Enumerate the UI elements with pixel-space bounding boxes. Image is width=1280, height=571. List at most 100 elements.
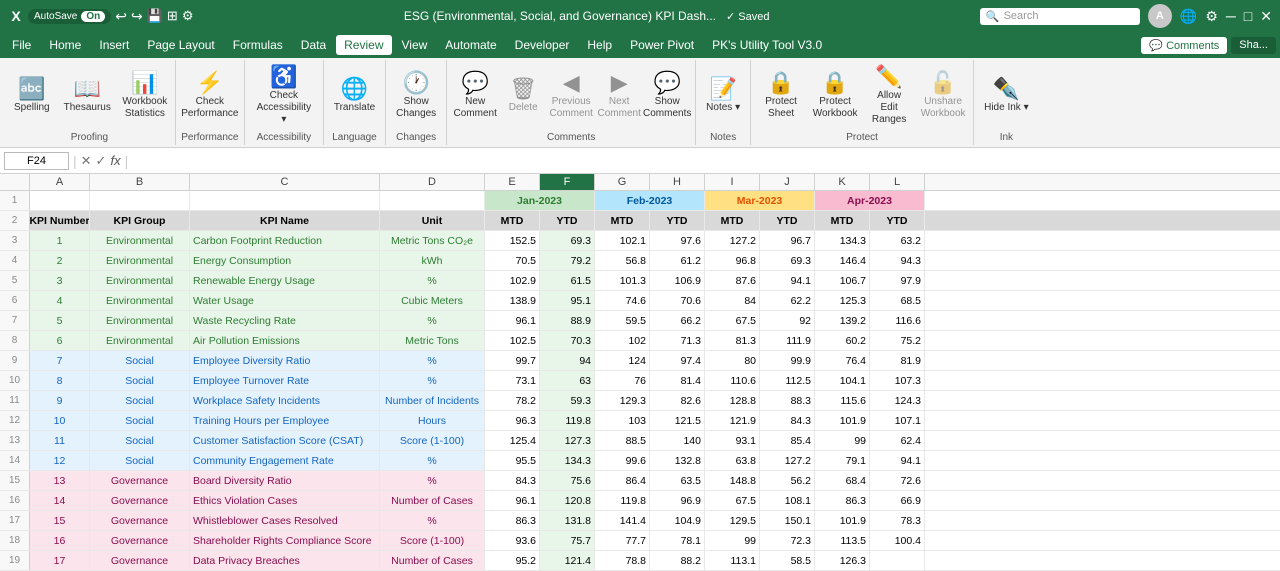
cell-B5[interactable]: Environmental (90, 271, 190, 290)
cell-A4[interactable]: 2 (30, 251, 90, 270)
menu-insert[interactable]: Insert (91, 35, 137, 55)
cell-A13[interactable]: 11 (30, 431, 90, 450)
cell-I9[interactable]: 80 (705, 351, 760, 370)
cell-E3[interactable]: 152.5 (485, 231, 540, 250)
menu-page-layout[interactable]: Page Layout (139, 35, 222, 55)
cell-J14[interactable]: 127.2 (760, 451, 815, 470)
menu-data[interactable]: Data (293, 35, 334, 55)
cell-K18[interactable]: 113.5 (815, 531, 870, 550)
cell-B10[interactable]: Social (90, 371, 190, 390)
cell-A18[interactable]: 16 (30, 531, 90, 550)
cell-G4[interactable]: 56.8 (595, 251, 650, 270)
cell-E9[interactable]: 99.7 (485, 351, 540, 370)
cell-K17[interactable]: 101.9 (815, 511, 870, 530)
protect-sheet-button[interactable]: 🔒 Protect Sheet (755, 68, 807, 124)
cell-D11[interactable]: Number of Incidents (380, 391, 485, 410)
minimize-icon[interactable]: ─ (1226, 8, 1236, 24)
cell-F17[interactable]: 131.8 (540, 511, 595, 530)
col-header-H[interactable]: H (650, 174, 705, 190)
cell-I13[interactable]: 93.1 (705, 431, 760, 450)
cell-H16[interactable]: 96.9 (650, 491, 705, 510)
cell-J11[interactable]: 88.3 (760, 391, 815, 410)
cell-A15[interactable]: 13 (30, 471, 90, 490)
col-header-I[interactable]: I (705, 174, 760, 190)
account-avatar[interactable]: A (1148, 4, 1172, 28)
cell-K15[interactable]: 68.4 (815, 471, 870, 490)
cell-D2[interactable]: Unit (380, 211, 485, 230)
cell-F7[interactable]: 88.9 (540, 311, 595, 330)
cell-H13[interactable]: 140 (650, 431, 705, 450)
cell-J3[interactable]: 96.7 (760, 231, 815, 250)
cell-H2[interactable]: YTD (650, 211, 705, 230)
cell-K5[interactable]: 106.7 (815, 271, 870, 290)
translate-button[interactable]: 🌐 Translate (328, 74, 381, 118)
menu-review[interactable]: Review (336, 35, 391, 55)
cell-C2[interactable]: KPI Name (190, 211, 380, 230)
cell-K10[interactable]: 104.1 (815, 371, 870, 390)
cell-H14[interactable]: 132.8 (650, 451, 705, 470)
cell-B15[interactable]: Governance (90, 471, 190, 490)
cell-C9[interactable]: Employee Diversity Ratio (190, 351, 380, 370)
cell-B11[interactable]: Social (90, 391, 190, 410)
formula-cancel-icon[interactable]: ✕ (81, 153, 92, 169)
cell-D13[interactable]: Score (1-100) (380, 431, 485, 450)
cell-E19[interactable]: 95.2 (485, 551, 540, 570)
cell-D3[interactable]: Metric Tons CO₂e (380, 231, 485, 250)
cell-G3[interactable]: 102.1 (595, 231, 650, 250)
search-box[interactable]: 🔍 Search (980, 8, 1140, 25)
cell-L7[interactable]: 116.6 (870, 311, 925, 330)
cell-A17[interactable]: 15 (30, 511, 90, 530)
cell-H8[interactable]: 71.3 (650, 331, 705, 350)
cell-L15[interactable]: 72.6 (870, 471, 925, 490)
cell-K19[interactable]: 126.3 (815, 551, 870, 570)
cell-I6[interactable]: 84 (705, 291, 760, 310)
cell-B16[interactable]: Governance (90, 491, 190, 510)
cell-D14[interactable]: % (380, 451, 485, 470)
spelling-button[interactable]: 🔤 Spelling (8, 74, 56, 118)
cell-D16[interactable]: Number of Cases (380, 491, 485, 510)
cell-I4[interactable]: 96.8 (705, 251, 760, 270)
col-header-L[interactable]: L (870, 174, 925, 190)
cell-E17[interactable]: 86.3 (485, 511, 540, 530)
cell-A16[interactable]: 14 (30, 491, 90, 510)
cell-B7[interactable]: Environmental (90, 311, 190, 330)
cell-D10[interactable]: % (380, 371, 485, 390)
cell-C16[interactable]: Ethics Violation Cases (190, 491, 380, 510)
cell-F15[interactable]: 75.6 (540, 471, 595, 490)
cell-A3[interactable]: 1 (30, 231, 90, 250)
cell-L8[interactable]: 75.2 (870, 331, 925, 350)
cell-H17[interactable]: 104.9 (650, 511, 705, 530)
new-comment-button[interactable]: 💬 New Comment (451, 68, 499, 124)
check-accessibility-button[interactable]: ♿ Check Accessibility ▾ (249, 62, 319, 130)
cell-A1[interactable] (30, 191, 90, 210)
cell-I1-mar[interactable]: Mar-2023 (705, 191, 815, 210)
cell-H18[interactable]: 78.1 (650, 531, 705, 550)
cell-I14[interactable]: 63.8 (705, 451, 760, 470)
formula-input[interactable] (132, 155, 1276, 167)
cell-D17[interactable]: % (380, 511, 485, 530)
cell-I16[interactable]: 67.5 (705, 491, 760, 510)
cell-C4[interactable]: Energy Consumption (190, 251, 380, 270)
unshare-workbook-button[interactable]: 🔓 Unshare Workbook (917, 68, 969, 124)
cell-C3[interactable]: Carbon Footprint Reduction (190, 231, 380, 250)
cell-D9[interactable]: % (380, 351, 485, 370)
cell-A6[interactable]: 4 (30, 291, 90, 310)
cell-K12[interactable]: 101.9 (815, 411, 870, 430)
cell-E12[interactable]: 96.3 (485, 411, 540, 430)
cell-I5[interactable]: 87.6 (705, 271, 760, 290)
cell-L19[interactable] (870, 551, 925, 570)
cell-D12[interactable]: Hours (380, 411, 485, 430)
cell-E15[interactable]: 84.3 (485, 471, 540, 490)
cell-G14[interactable]: 99.6 (595, 451, 650, 470)
cell-I17[interactable]: 129.5 (705, 511, 760, 530)
cell-J9[interactable]: 99.9 (760, 351, 815, 370)
cell-G15[interactable]: 86.4 (595, 471, 650, 490)
menu-view[interactable]: View (394, 35, 436, 55)
cell-L9[interactable]: 81.9 (870, 351, 925, 370)
previous-comment-button[interactable]: ◀ Previous Comment (547, 68, 595, 124)
cell-B19[interactable]: Governance (90, 551, 190, 570)
autosave-state[interactable]: On (81, 11, 105, 22)
cell-A10[interactable]: 8 (30, 371, 90, 390)
cell-F16[interactable]: 120.8 (540, 491, 595, 510)
cell-A5[interactable]: 3 (30, 271, 90, 290)
